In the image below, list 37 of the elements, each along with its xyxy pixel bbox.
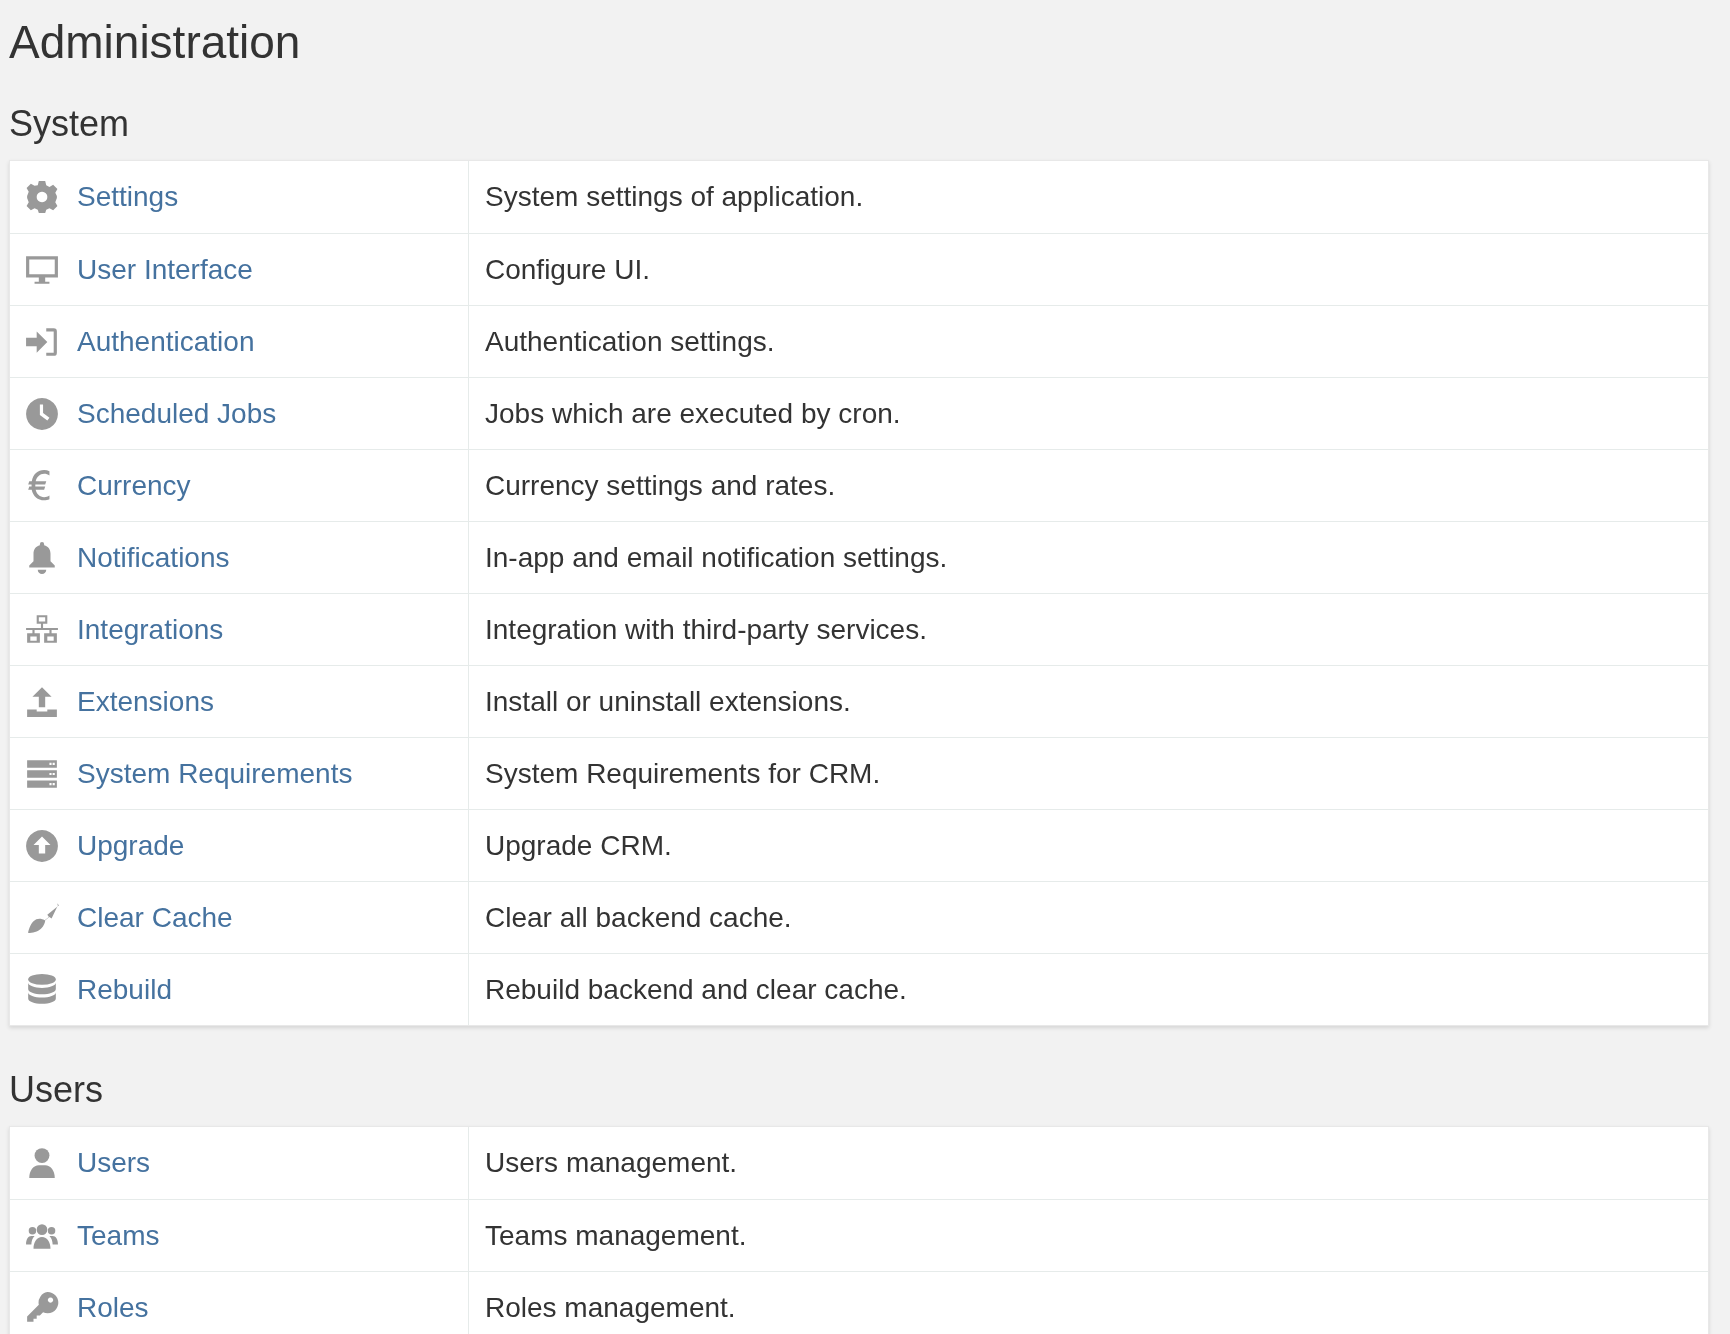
admin-link[interactable]: Rebuild xyxy=(77,968,172,1011)
description-text: Install or uninstall extensions. xyxy=(485,684,851,719)
page-title: Administration xyxy=(9,15,302,70)
admin-link[interactable]: User Interface xyxy=(77,248,253,291)
admin-link[interactable]: Users xyxy=(77,1142,151,1184)
admin-link[interactable]: Notifications xyxy=(77,536,230,579)
description-text: Currency settings and rates. xyxy=(485,468,836,503)
description-text: Clear all backend cache. xyxy=(485,900,792,935)
description-text: Roles management. xyxy=(485,1290,736,1325)
database-icon xyxy=(25,972,59,1007)
admin-link[interactable]: Integrations xyxy=(77,608,224,651)
section-heading: Users xyxy=(9,1070,104,1110)
admin-link[interactable]: Scheduled Jobs xyxy=(77,392,277,435)
description-text: Configure UI. xyxy=(485,252,650,287)
description-text: Rebuild backend and clear cache. xyxy=(485,972,907,1007)
admin-link[interactable]: Currency xyxy=(77,464,191,507)
admin-link[interactable]: Settings xyxy=(77,176,179,218)
section-heading: System xyxy=(9,104,131,144)
key-icon xyxy=(25,1290,59,1325)
admin-link[interactable]: Roles xyxy=(77,1286,149,1329)
clock-icon xyxy=(25,396,59,431)
description-text: Authentication settings. xyxy=(485,324,775,359)
description-text: In-app and email notification settings. xyxy=(485,540,948,575)
admin-link[interactable]: Teams xyxy=(77,1214,160,1257)
admin-link[interactable]: Authentication xyxy=(77,320,255,363)
description-text: System Requirements for CRM. xyxy=(485,756,881,791)
description-text: System settings of application. xyxy=(485,180,864,214)
admin-link[interactable]: Upgrade xyxy=(77,824,185,867)
admin-link[interactable]: Clear Cache xyxy=(77,896,233,939)
description-text: Teams management. xyxy=(485,1218,747,1253)
description-text: Integration with third-party services. xyxy=(485,612,927,647)
description-text: Upgrade CRM. xyxy=(485,828,672,863)
description-text: Users management. xyxy=(485,1146,738,1180)
admin-link[interactable]: System Requirements xyxy=(77,752,353,795)
gear-icon xyxy=(25,180,59,214)
description-text: Jobs which are executed by cron. xyxy=(485,396,901,431)
admin-link[interactable]: Extensions xyxy=(77,680,214,723)
